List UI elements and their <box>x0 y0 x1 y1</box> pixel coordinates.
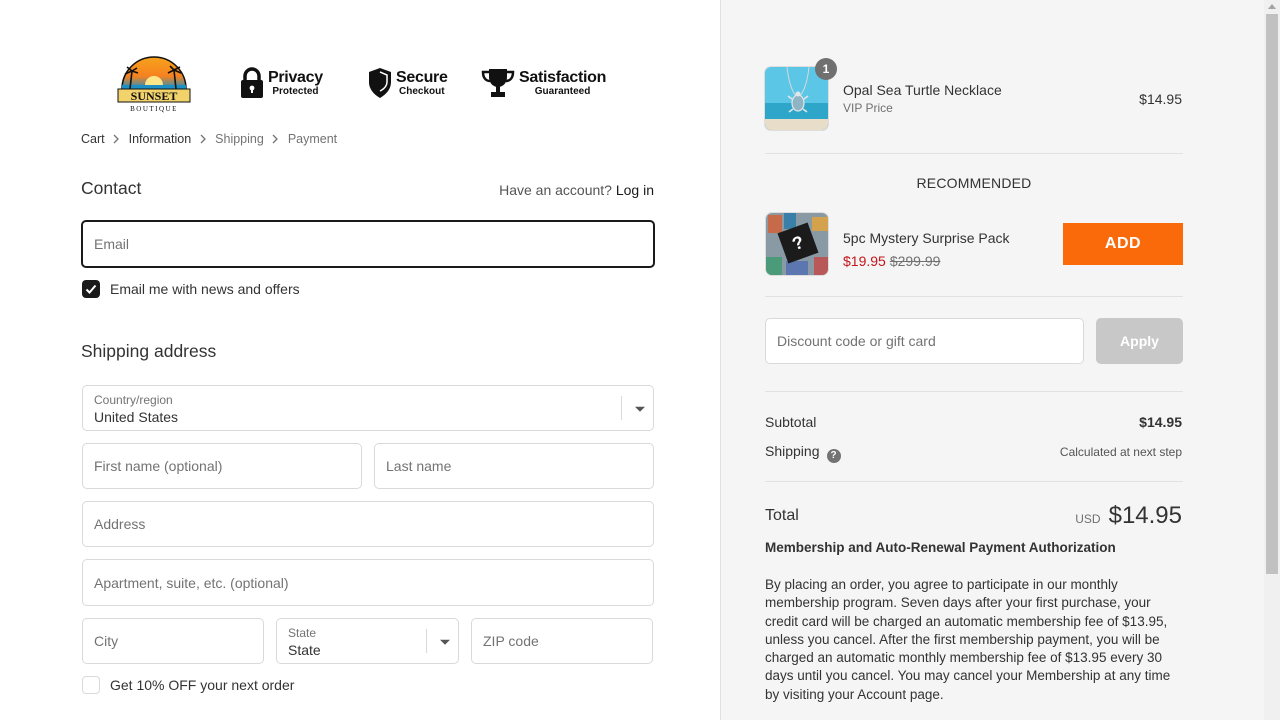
chevron-right-icon <box>191 134 215 144</box>
shipping-address-heading: Shipping address <box>81 341 217 361</box>
city-field[interactable]: City <box>82 618 264 664</box>
divider <box>765 391 1183 392</box>
offer-checkbox[interactable] <box>82 676 100 694</box>
quantity-badge: 1 <box>815 58 837 80</box>
first-name-placeholder: First name (optional) <box>94 458 223 474</box>
email-field[interactable]: Email <box>81 220 655 268</box>
email-placeholder: Email <box>94 236 130 252</box>
breadcrumb-information: Information <box>128 132 192 146</box>
divider <box>765 296 1183 297</box>
total-amount: USD $14.95 <box>1075 502 1182 530</box>
total-value: $14.95 <box>1108 502 1182 529</box>
scrollbar-thumb[interactable] <box>1266 14 1278 574</box>
badge-satisfaction: Satisfaction Guaranteed <box>481 67 606 99</box>
badge-privacy-title: Privacy <box>268 68 323 86</box>
breadcrumb: Cart Information Shipping Payment <box>81 132 337 146</box>
last-name-placeholder: Last name <box>386 458 452 474</box>
item-variant: VIP Price <box>843 101 893 115</box>
offer-checkbox-label[interactable]: Get 10% OFF your next order <box>110 677 294 693</box>
recommended-price: $19.95 $299.99 <box>843 253 940 271</box>
help-icon[interactable]: ? <box>826 448 841 463</box>
add-recommended-button[interactable]: ADD <box>1063 223 1183 265</box>
membership-title: Membership and Auto-Renewal Payment Auth… <box>765 540 1116 555</box>
zip-field[interactable]: ZIP code <box>471 618 653 664</box>
order-summary: 1 Opal Sea Turtle Necklace VIP Price $14… <box>720 0 1280 720</box>
divider <box>765 481 1183 482</box>
subtotal-label: Subtotal <box>765 414 817 430</box>
checkout-main: SUNSET BOUTIQUE Privacy Protected Secure… <box>0 0 720 720</box>
item-name: Opal Sea Turtle Necklace <box>843 82 1002 98</box>
discount-code-field[interactable]: Discount code or gift card <box>765 318 1084 364</box>
membership-text: By placing an order, you agree to partic… <box>765 577 1171 702</box>
zip-placeholder: ZIP code <box>483 633 539 649</box>
padlock-icon <box>241 67 263 98</box>
trophy-icon <box>481 69 515 97</box>
discount-placeholder: Discount code or gift card <box>777 333 936 349</box>
breadcrumb-cart[interactable]: Cart <box>81 132 105 146</box>
badge-satisfaction-title: Satisfaction <box>519 68 607 86</box>
badge-secure: Secure Checkout <box>368 67 448 99</box>
recommended-sale-price: $19.95 <box>843 253 886 269</box>
login-link[interactable]: Log in <box>616 182 654 198</box>
breadcrumb-shipping: Shipping <box>215 132 264 146</box>
news-checkbox[interactable] <box>82 280 100 298</box>
account-prompt: Have an account? Log in <box>499 182 654 198</box>
chevron-right-icon <box>264 134 288 144</box>
shipping-label: Shipping <box>765 443 820 459</box>
badge-secure-title: Secure <box>396 68 448 86</box>
country-value: United States <box>94 409 179 425</box>
scrollbar[interactable] <box>1264 0 1280 720</box>
recommended-heading: RECOMMENDED <box>916 175 1032 191</box>
sunset-boutique-logo[interactable]: SUNSET BOUTIQUE <box>116 55 192 113</box>
first-name-field[interactable]: First name (optional) <box>82 443 362 489</box>
shipping-row: Shipping? <box>765 443 841 463</box>
total-label: Total <box>765 507 799 524</box>
country-select[interactable]: Country/region United States <box>82 385 654 431</box>
have-account-text: Have an account? <box>499 182 612 198</box>
apply-discount-button[interactable]: Apply <box>1096 318 1183 364</box>
state-value: State <box>288 642 321 658</box>
apartment-field[interactable]: Apartment, suite, etc. (optional) <box>82 559 654 606</box>
checkmark-icon <box>85 284 97 294</box>
chevron-right-icon <box>105 134 129 144</box>
shipping-value: Calculated at next step <box>1059 445 1182 459</box>
recommended-name: 5pc Mystery Surprise Pack <box>843 230 1010 246</box>
trust-badges: SUNSET BOUTIQUE Privacy Protected Secure… <box>116 55 616 115</box>
chevron-down-icon <box>426 629 458 653</box>
divider <box>765 153 1183 154</box>
total-currency: USD <box>1075 512 1101 526</box>
subtotal-value: $14.95 <box>1139 414 1182 430</box>
badge-privacy: Privacy Protected <box>240 67 323 99</box>
logo-subtitle: BOUTIQUE <box>130 105 178 113</box>
state-select[interactable]: State State <box>276 618 459 664</box>
recommended-compare-price: $299.99 <box>889 253 941 269</box>
news-checkbox-label[interactable]: Email me with news and offers <box>110 281 300 297</box>
badge-secure-subtitle: Checkout <box>399 85 445 97</box>
state-label: State <box>288 626 317 640</box>
address-field[interactable]: Address <box>82 501 654 547</box>
badge-satisfaction-subtitle: Guaranteed <box>534 85 591 97</box>
breadcrumb-payment: Payment <box>287 132 338 146</box>
chevron-down-icon <box>621 396 653 420</box>
address-placeholder: Address <box>94 516 146 532</box>
country-label: Country/region <box>94 393 173 407</box>
item-price: $14.95 <box>1139 91 1182 107</box>
shield-icon <box>369 68 391 98</box>
apartment-placeholder: Apartment, suite, etc. (optional) <box>94 574 289 591</box>
badge-privacy-subtitle: Protected <box>272 85 319 97</box>
last-name-field[interactable]: Last name <box>374 443 654 489</box>
mystery-pack-thumbnail: ? <box>765 212 829 276</box>
city-placeholder: City <box>94 633 119 649</box>
scroll-up-icon[interactable] <box>1268 4 1276 9</box>
contact-heading: Contact <box>81 178 142 198</box>
logo-title: SUNSET <box>131 89 178 103</box>
